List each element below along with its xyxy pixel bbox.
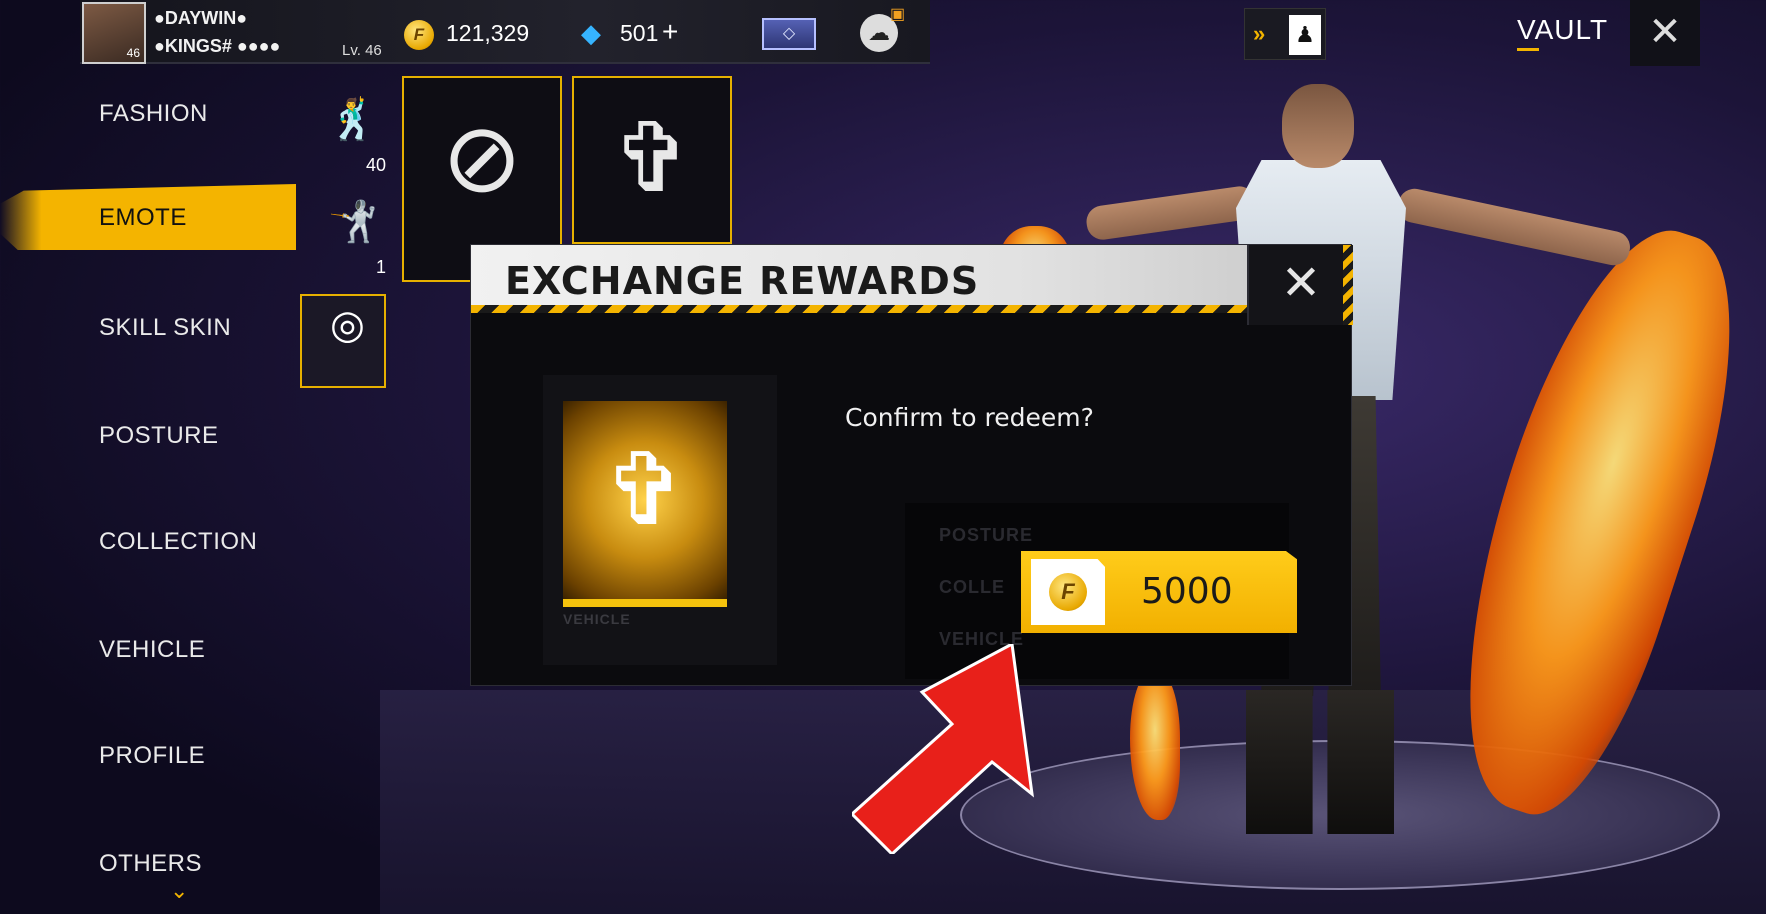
diamond-amount: 501 xyxy=(620,20,659,46)
player-level: Lv. 46 xyxy=(342,42,382,59)
reward-card: ✞ xyxy=(563,401,727,607)
character-left-arm xyxy=(1084,184,1258,242)
avatar[interactable]: 46 xyxy=(82,2,146,64)
sidebar-item-collection[interactable]: COLLECTION xyxy=(0,508,296,574)
sidebar-item-posture[interactable]: POSTURE xyxy=(0,402,296,468)
avatar-level: 46 xyxy=(126,46,140,60)
spin-emote-icon: ◎ xyxy=(330,303,365,347)
lower-flame xyxy=(1130,670,1180,820)
chevron-down-icon[interactable]: ⌄ xyxy=(170,878,188,904)
close-vault-icon[interactable]: ✕ xyxy=(1630,0,1700,66)
sidebar-item-profile[interactable]: PROFILE xyxy=(0,722,296,788)
ghost-label: COLLE xyxy=(939,577,1005,597)
friend-profile-button[interactable]: » ♟ xyxy=(1244,8,1326,60)
emote-slot-count: 40 xyxy=(365,155,386,175)
character-head xyxy=(1282,84,1354,168)
ghost-label: POSTURE xyxy=(939,525,1034,545)
sidebar-item-others[interactable]: OTHERS xyxy=(0,830,296,896)
winged-figure-icon: ✞ xyxy=(611,105,693,212)
character-right-arm xyxy=(1395,185,1633,269)
gold-coin-icon: F xyxy=(1049,573,1087,611)
coin-box: F xyxy=(1031,559,1105,625)
redeem-price-button[interactable]: F 5000 xyxy=(1021,551,1297,633)
emote-slot-1[interactable]: 🕺 40 xyxy=(300,90,386,184)
vault-underline xyxy=(1517,48,1539,51)
diamond-icon: ◆ xyxy=(581,18,601,48)
player-name-line1: ●DAYWIN● xyxy=(154,8,248,28)
emote-slot-2[interactable]: 🤺 1 xyxy=(300,192,386,286)
winged-figure-icon: ✞ xyxy=(603,434,687,546)
close-modal-icon[interactable]: ✕ xyxy=(1247,245,1353,325)
hazard-stripe xyxy=(471,305,1247,313)
sidebar-item-label: VEHICLE xyxy=(99,636,206,663)
sidebar-item-vehicle[interactable]: VEHICLE xyxy=(0,616,296,682)
player-name-line2: ●KINGS# ●●●● xyxy=(154,36,281,56)
vault-title: VAULT xyxy=(1517,14,1609,45)
emote-slot-count: 1 xyxy=(375,257,386,277)
modal-header: EXCHANGE REWARDS xyxy=(471,245,1247,311)
modal-title: EXCHANGE REWARDS xyxy=(505,259,980,303)
card-ghost-label: VEHICLE xyxy=(563,611,631,627)
sidebar-item-label: COLLECTION xyxy=(99,528,258,555)
sidebar-item-label: POSTURE xyxy=(99,422,219,449)
emote-slot-3[interactable]: ◎ xyxy=(300,294,386,388)
gold-amount: 121,329 xyxy=(446,20,530,46)
gift-icon: ▣ xyxy=(890,6,906,23)
red-arrow-icon xyxy=(852,644,1034,854)
sidebar-item-label: OTHERS xyxy=(99,850,203,877)
sidebar-item-label: FASHION xyxy=(99,100,208,127)
sidebar-item-label: SKILL SKIN xyxy=(99,314,232,341)
sidebar-item-emote[interactable]: EMOTE xyxy=(0,184,296,250)
reward-preview-frame: ✞ VEHICLE xyxy=(543,375,777,665)
price-value: 5000 xyxy=(1141,571,1233,612)
spin-emote-icon: ⊘ xyxy=(441,105,523,212)
double-chevron-icon: » xyxy=(1253,21,1266,46)
exchange-rewards-modal: EXCHANGE REWARDS ✕ ✞ VEHICLE Confirm to … xyxy=(470,244,1353,686)
sidebar-item-label: PROFILE xyxy=(99,742,206,769)
sidebar-item-skill-skin[interactable]: SKILL SKIN xyxy=(0,294,296,360)
emote-card-2[interactable]: ✞ xyxy=(572,76,732,244)
sidebar-item-fashion[interactable]: FASHION xyxy=(0,80,296,146)
membership-card-icon[interactable]: ◇ xyxy=(762,18,816,50)
sidebar-item-label: EMOTE xyxy=(99,204,187,231)
gold-coin-icon: F xyxy=(404,20,434,50)
confirm-text: Confirm to redeem? xyxy=(845,403,1094,432)
action-figure-icon: 🤺 xyxy=(328,200,378,244)
person-silhouette-icon: ♟ xyxy=(1289,15,1321,55)
add-diamond-button[interactable]: + xyxy=(662,16,678,48)
dancing-figure-icon: 🕺 xyxy=(328,98,378,142)
